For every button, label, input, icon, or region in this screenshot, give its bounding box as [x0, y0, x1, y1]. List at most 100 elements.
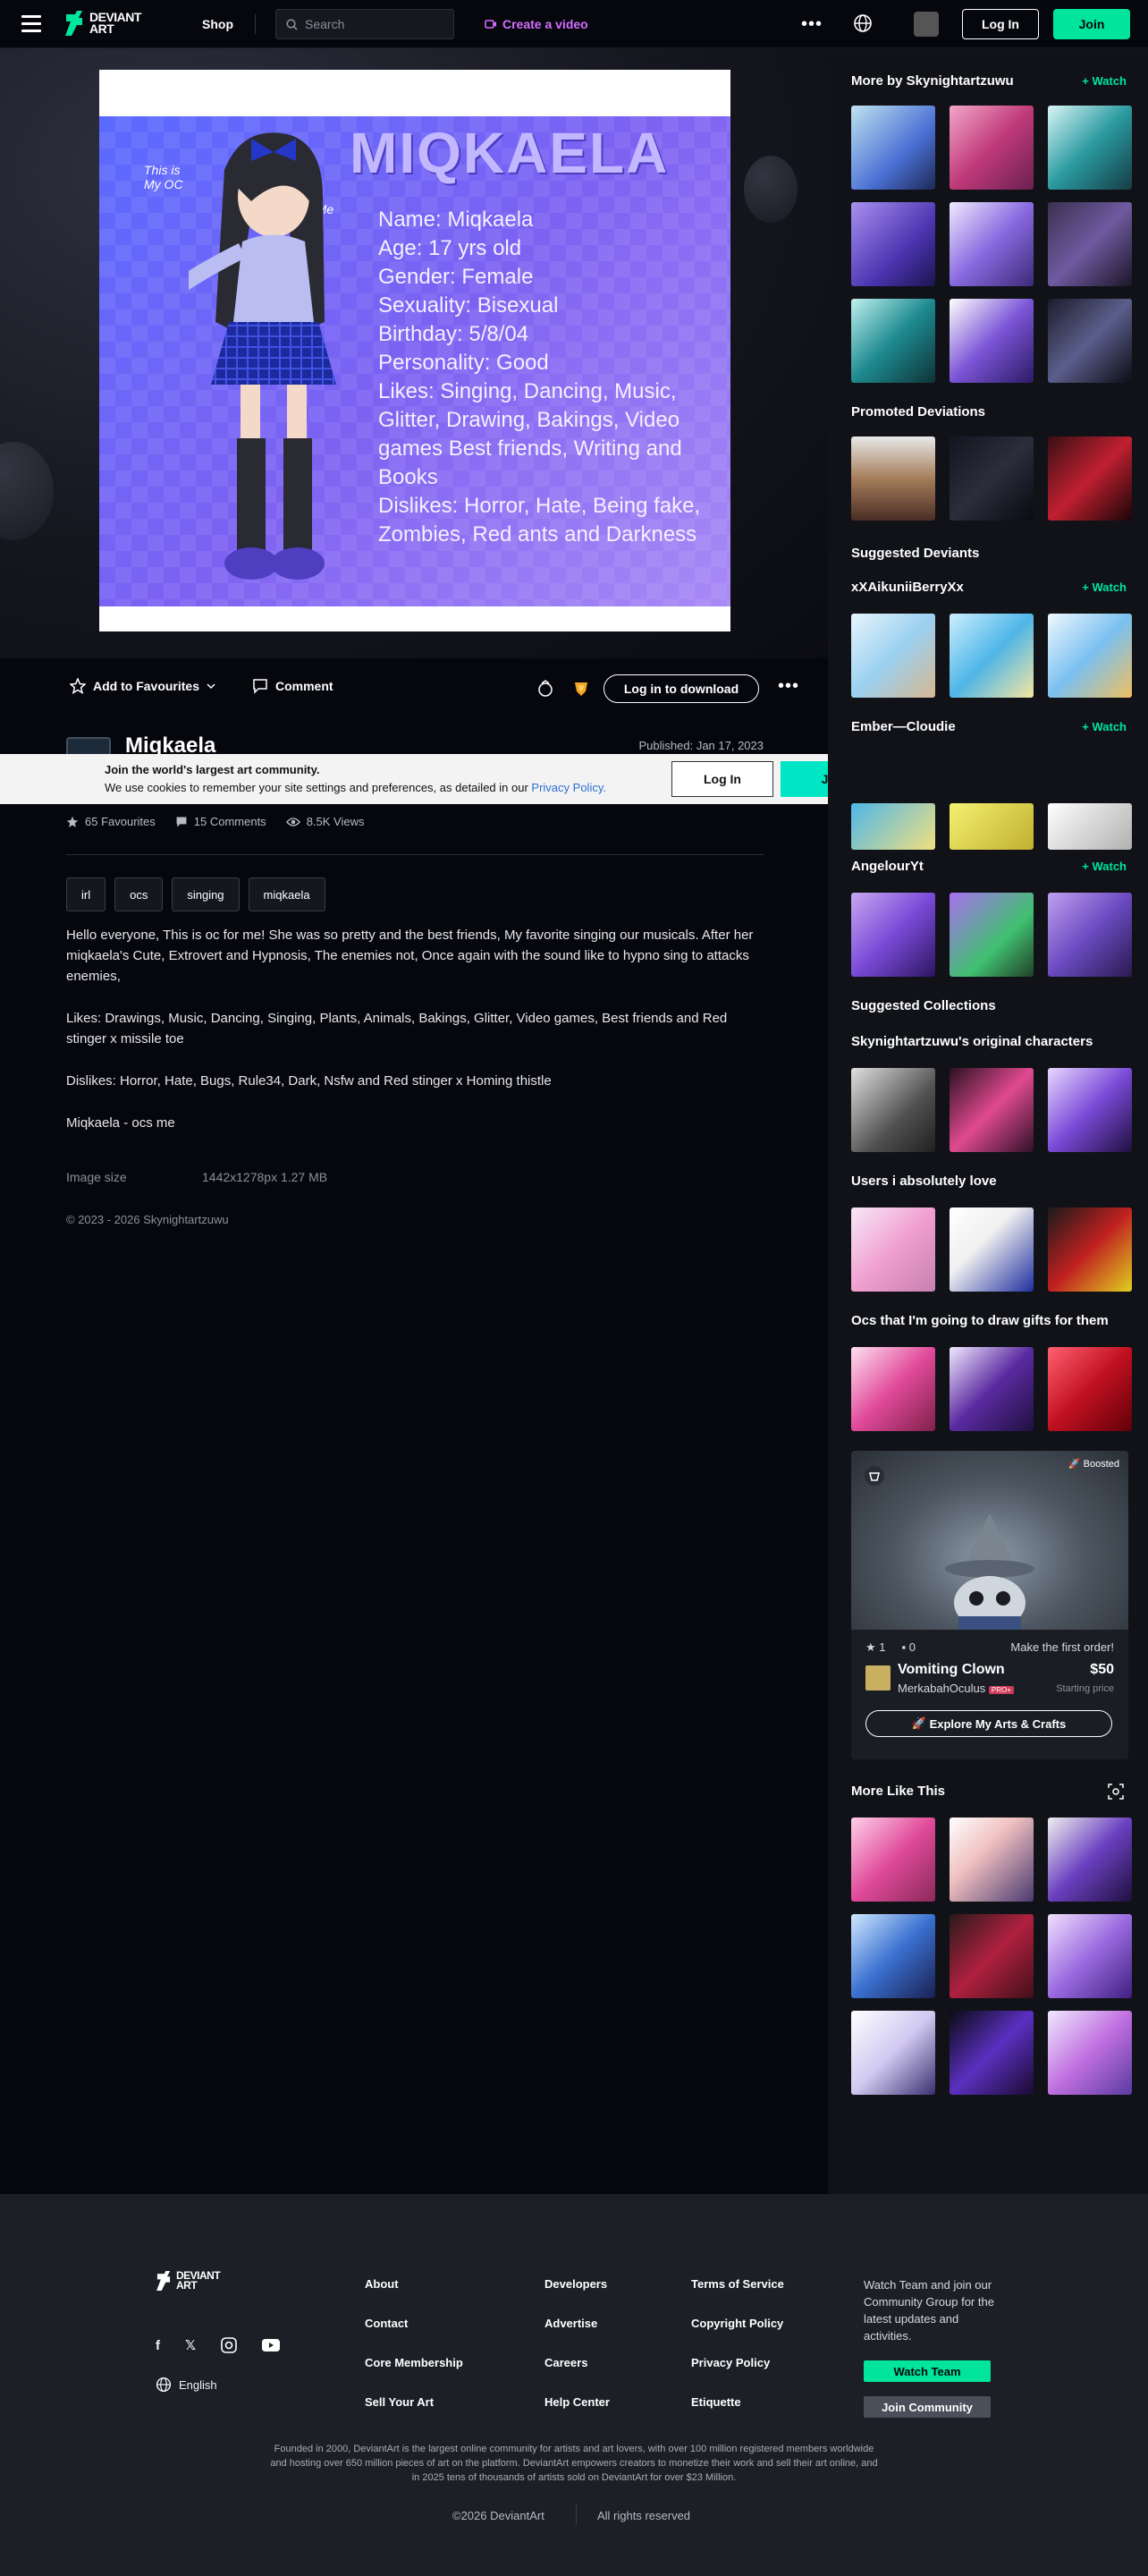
language-selector[interactable]: English — [156, 2377, 217, 2393]
ai-filter-icon[interactable] — [536, 680, 554, 698]
more-options-icon[interactable]: ••• — [801, 14, 823, 35]
visual-search-icon[interactable] — [1108, 1784, 1124, 1800]
create-video-button[interactable]: Create a video — [485, 17, 588, 31]
explore-shop-button[interactable]: 🚀 Explore My Arts & Crafts — [865, 1710, 1112, 1737]
product-title[interactable]: Vomiting Clown — [898, 1662, 1005, 1678]
thumbnail[interactable] — [1048, 1818, 1132, 1902]
login-button[interactable]: Log In — [962, 9, 1039, 39]
join-community-button[interactable]: Join Community — [864, 2396, 991, 2418]
deviant-name[interactable]: Ember—Cloudie — [851, 719, 956, 734]
watch-button[interactable]: + Watch — [1082, 74, 1127, 88]
thumbnail[interactable] — [851, 614, 935, 698]
thumbnail[interactable] — [851, 202, 935, 286]
search-input[interactable]: Search — [275, 9, 454, 39]
footer-link-help-center[interactable]: Help Center — [544, 2395, 610, 2409]
boosted-product-card[interactable]: 🚀 Boosted ★ 1 ▪ 0 Make the first order! … — [851, 1451, 1128, 1759]
thumbnail[interactable] — [851, 1347, 935, 1431]
avatar[interactable] — [914, 12, 939, 37]
cookie-login-button[interactable]: Log In — [671, 761, 773, 797]
collection-name[interactable]: Ocs that I'm going to draw gifts for the… — [851, 1313, 1109, 1328]
shop-link[interactable]: Shop — [202, 17, 233, 31]
thumbnail[interactable] — [1048, 803, 1132, 850]
collection-name[interactable]: Skynightartzuwu's original characters — [851, 1034, 1093, 1049]
footer-link-contact[interactable]: Contact — [365, 2317, 408, 2330]
thumbnail[interactable] — [950, 803, 1034, 850]
footer-link-sell-your-art[interactable]: Sell Your Art — [365, 2395, 434, 2409]
watch-button[interactable]: + Watch — [1082, 580, 1127, 594]
footer-link-privacy-policy[interactable]: Privacy Policy — [691, 2356, 770, 2369]
tag[interactable]: singing — [172, 877, 240, 911]
privacy-policy-link[interactable]: Privacy Policy. — [531, 781, 606, 794]
thumbnail[interactable] — [950, 1347, 1034, 1431]
thumbnail[interactable] — [851, 299, 935, 383]
instagram-icon[interactable] — [221, 2337, 237, 2353]
thumbnail[interactable] — [950, 1068, 1034, 1152]
more-options-icon[interactable]: ••• — [778, 676, 799, 697]
footer-link-core-membership[interactable]: Core Membership — [365, 2356, 463, 2369]
thumbnail[interactable] — [851, 1818, 935, 1902]
youtube-icon[interactable] — [262, 2339, 281, 2351]
watch-team-button[interactable]: Watch Team — [864, 2360, 991, 2382]
footer-link-about[interactable]: About — [365, 2277, 399, 2291]
thumbnail[interactable] — [1048, 299, 1132, 383]
footer-link-etiquette[interactable]: Etiquette — [691, 2395, 741, 2409]
globe-icon[interactable] — [853, 13, 873, 33]
facebook-icon[interactable]: f — [156, 2338, 160, 2353]
thumbnail[interactable] — [950, 1914, 1034, 1998]
thumbnail[interactable] — [950, 202, 1034, 286]
comment-button[interactable]: Comment — [252, 678, 333, 694]
thumbnail[interactable] — [950, 614, 1034, 698]
thumbnail[interactable] — [950, 893, 1034, 977]
badge-icon[interactable] — [572, 680, 590, 698]
footer-link-copyright-policy[interactable]: Copyright Policy — [691, 2317, 783, 2330]
seller-avatar[interactable] — [865, 1665, 891, 1690]
favourites-count: 65 Favourites — [66, 815, 156, 828]
thumbnail[interactable] — [851, 893, 935, 977]
login-to-download-button[interactable]: Log in to download — [604, 674, 759, 703]
collection-name[interactable]: Users i absolutely love — [851, 1174, 997, 1189]
footer-link-terms[interactable]: Terms of Service — [691, 2277, 784, 2291]
thumbnail[interactable] — [851, 1914, 935, 1998]
tag[interactable]: miqkaela — [248, 877, 325, 911]
thumbnail[interactable] — [950, 106, 1034, 190]
thumbnail[interactable] — [1048, 1208, 1132, 1292]
thumbnail[interactable] — [1048, 614, 1132, 698]
thumbnail[interactable] — [1048, 1914, 1132, 1998]
thumbnail[interactable] — [1048, 1347, 1132, 1431]
thumbnail[interactable] — [1048, 436, 1132, 521]
thumbnail[interactable] — [851, 436, 935, 521]
x-icon[interactable]: 𝕏 — [185, 2337, 196, 2353]
join-button[interactable]: Join — [1053, 9, 1130, 39]
deviantart-logo[interactable]: DEVIANT ART — [64, 11, 141, 36]
footer-logo[interactable]: DEVIANT ART — [156, 2270, 221, 2291]
thumbnail[interactable] — [950, 1818, 1034, 1902]
more-by-heading[interactable]: More by Skynightartzuwu — [851, 73, 1014, 89]
tag[interactable]: ocs — [114, 877, 164, 911]
thumbnail[interactable] — [950, 436, 1034, 521]
artwork-image[interactable]: MIQKAELA Name: Miqkaela Age: 17 yrs old … — [99, 70, 730, 631]
deviant-name[interactable]: xXAikuniiBerryXx — [851, 580, 964, 595]
thumbnail[interactable] — [950, 2011, 1034, 2095]
thumbnail[interactable] — [1048, 2011, 1132, 2095]
tag[interactable]: irl — [66, 877, 106, 911]
watch-button[interactable]: + Watch — [1082, 720, 1127, 733]
thumbnail[interactable] — [1048, 1068, 1132, 1152]
thumbnail[interactable] — [851, 2011, 935, 2095]
thumbnail[interactable] — [950, 1208, 1034, 1292]
thumbnail[interactable] — [1048, 893, 1132, 977]
thumbnail[interactable] — [851, 1208, 935, 1292]
footer-link-advertise[interactable]: Advertise — [544, 2317, 597, 2330]
footer-link-developers[interactable]: Developers — [544, 2277, 607, 2291]
footer-link-careers[interactable]: Careers — [544, 2356, 587, 2369]
thumbnail[interactable] — [1048, 202, 1132, 286]
thumbnail[interactable] — [851, 106, 935, 190]
deviant-name[interactable]: AngelourYt — [851, 859, 924, 874]
thumbnail[interactable] — [851, 1068, 935, 1152]
watch-button[interactable]: + Watch — [1082, 860, 1127, 873]
seller-name[interactable]: MerkabahOculus PRO+ — [898, 1682, 1014, 1695]
thumbnail[interactable] — [950, 299, 1034, 383]
thumbnail[interactable] — [851, 803, 935, 850]
thumbnail[interactable] — [1048, 106, 1132, 190]
menu-icon[interactable] — [21, 15, 41, 33]
add-to-favourites-button[interactable]: Add to Favourites — [70, 678, 215, 694]
